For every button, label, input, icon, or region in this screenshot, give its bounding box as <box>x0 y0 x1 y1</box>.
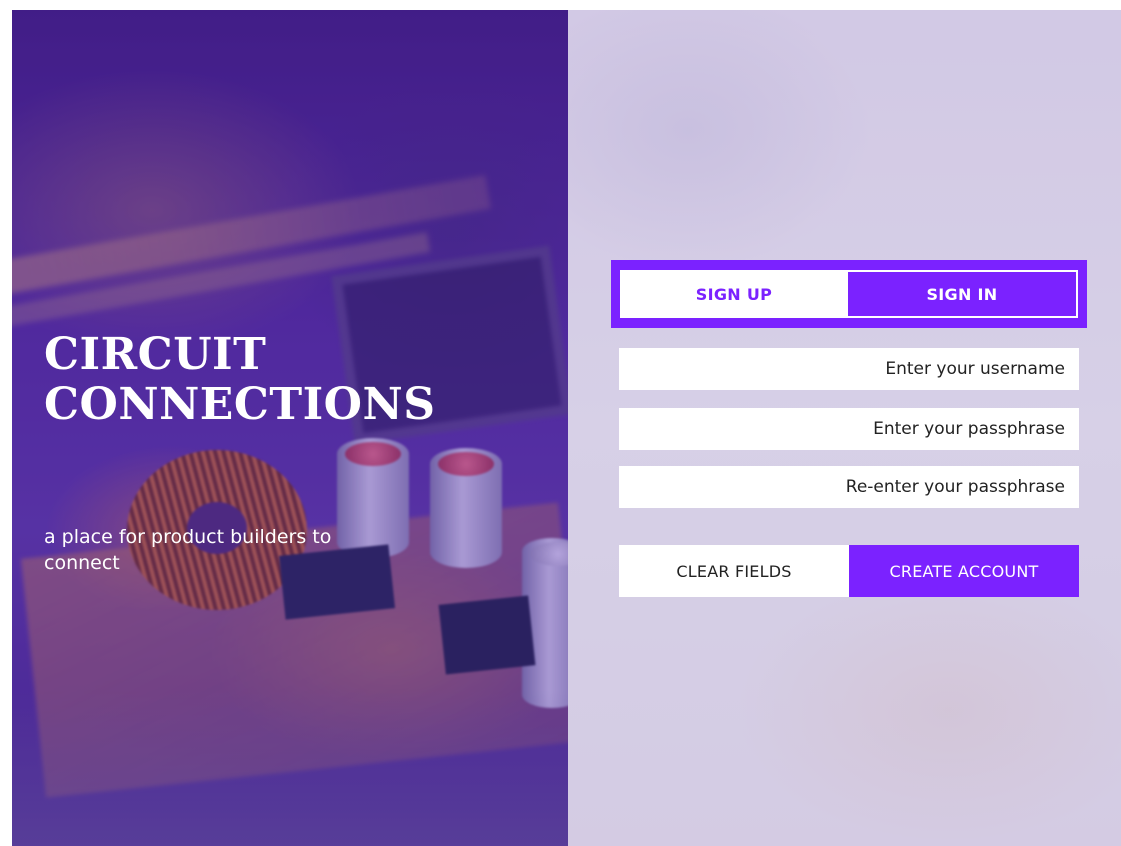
hero-title: CIRCUIT CONNECTIONS <box>44 330 436 430</box>
passphrase-input[interactable] <box>619 408 1079 450</box>
tab-sign-up[interactable]: SIGN UP <box>620 270 848 318</box>
hero-title-line: CIRCUIT <box>44 329 267 380</box>
auth-panel: SIGN UP SIGN IN CLEAR FIELDS CREATE ACCO… <box>568 10 1121 846</box>
confirm-passphrase-input[interactable] <box>619 466 1079 508</box>
capacitor <box>430 448 502 568</box>
hero-panel: CIRCUIT CONNECTIONS a place for product … <box>12 10 568 846</box>
tab-sign-in[interactable]: SIGN IN <box>848 270 1078 318</box>
username-input[interactable] <box>619 348 1079 390</box>
app-frame: CIRCUIT CONNECTIONS a place for product … <box>12 10 1121 846</box>
hero-tagline: a place for product builders to connect <box>44 526 332 574</box>
ic-component <box>438 595 536 675</box>
clear-fields-button[interactable]: CLEAR FIELDS <box>619 545 849 597</box>
create-account-button[interactable]: CREATE ACCOUNT <box>849 545 1079 597</box>
hero-title-line: CONNECTIONS <box>44 379 436 430</box>
auth-tabs: SIGN UP SIGN IN <box>611 260 1087 328</box>
form-actions: CLEAR FIELDS CREATE ACCOUNT <box>619 545 1079 597</box>
image-fade <box>12 690 568 846</box>
